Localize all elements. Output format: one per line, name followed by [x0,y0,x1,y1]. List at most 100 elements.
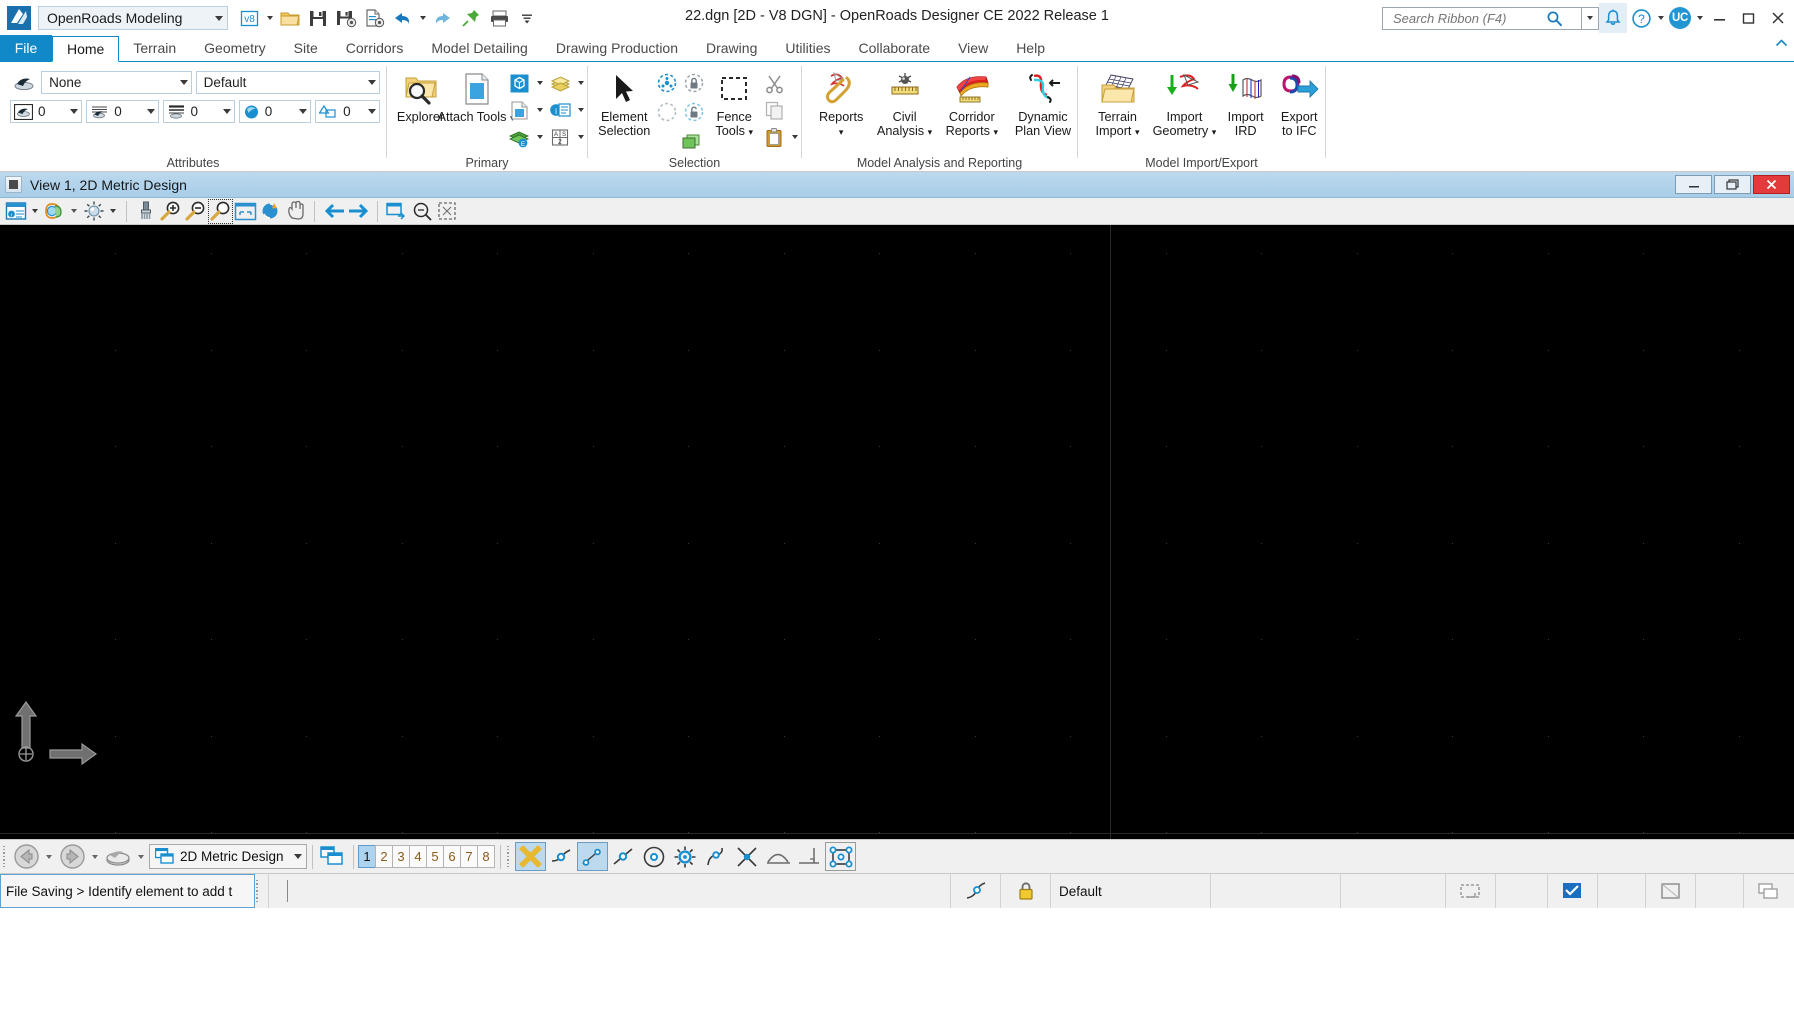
view-number-7[interactable]: 7 [460,845,478,868]
clip-volume-icon[interactable] [409,199,434,224]
element-info-dropdown[interactable] [574,98,587,123]
view-close-button[interactable] [1753,175,1790,194]
view-attributes-icon[interactable]: i [3,199,28,224]
model-browse-dropdown[interactable] [133,843,149,871]
undo-dropdown[interactable] [417,5,428,31]
paste-dropdown[interactable] [788,125,801,150]
weight-selector[interactable]: 0 [162,100,235,123]
fit-view-icon[interactable] [233,199,258,224]
tab-view[interactable]: View [944,35,1002,61]
copy-view-icon[interactable] [384,199,409,224]
search-dropdown[interactable] [1582,6,1599,30]
open-file-icon[interactable] [277,5,303,31]
model-selector[interactable]: 2D Metric Design [149,844,307,869]
references-dropdown[interactable] [533,98,546,123]
snap-nearest-icon[interactable] [546,842,577,871]
element-selection-button[interactable]: Element Selection [596,67,652,138]
level-manager-icon[interactable]: E [506,125,532,150]
v8-dropdown[interactable] [264,5,275,31]
tab-model-detailing[interactable]: Model Detailing [417,35,542,61]
terrain-import-button[interactable]: Terrain Import ▾ [1086,67,1149,139]
import-geometry-button[interactable]: Import Geometry ▾ [1151,67,1218,139]
lock-closed-icon[interactable] [1001,874,1051,908]
levels-display-icon[interactable] [547,71,573,96]
dynamic-plan-view-button[interactable]: Dynamic Plan View [1009,67,1077,138]
references-icon[interactable] [506,98,532,123]
customize-qat-icon[interactable] [514,5,540,31]
snap-toolbar-grip[interactable] [506,845,512,868]
view-number-4[interactable]: 4 [409,845,427,868]
snap-bisector-icon[interactable] [701,842,732,871]
view-groups-icon[interactable] [318,843,348,871]
tab-home[interactable]: Home [52,36,120,62]
snap-perpendicular-icon[interactable] [794,842,825,871]
view-title-bar[interactable]: View 1, 2D Metric Design [0,172,1794,198]
selection-set-status-icon[interactable] [1548,874,1598,908]
view-number-2[interactable]: 2 [375,845,393,868]
corridor-reports-button[interactable]: Corridor Reports ▾ [939,67,1005,139]
tab-drawing[interactable]: Drawing [692,35,771,61]
zoom-out-icon[interactable] [183,199,208,224]
export-to-ifc-button[interactable]: Export to IFC [1273,67,1325,138]
levels-dropdown[interactable] [574,71,587,96]
active-level-label[interactable]: Default [1051,874,1211,908]
collapse-ribbon-icon[interactable] [1775,39,1788,51]
view-previous-icon[interactable] [321,199,346,224]
auxiliary-coordinates-icon[interactable]: A S Z [547,125,573,150]
help-dropdown[interactable] [1655,5,1666,31]
window-area-icon[interactable] [208,198,233,224]
style-selector[interactable]: Default [195,71,381,94]
reports-button[interactable]: Reports ▾ [812,67,870,139]
search-input[interactable] [1391,9,1546,27]
lock-icon[interactable] [681,71,707,96]
import-ird-button[interactable]: Import IRD [1220,67,1272,138]
tab-corridors[interactable]: Corridors [332,35,418,61]
clear-view-icon[interactable] [133,199,158,224]
color-selector[interactable]: 0 [10,100,83,123]
tab-help[interactable]: Help [1002,35,1059,61]
linestyle-selector[interactable]: 0 [86,100,159,123]
forward-dropdown[interactable] [87,843,103,871]
unlock-icon[interactable] [681,100,707,125]
view-number-8[interactable]: 8 [477,845,495,868]
transparency-selector[interactable]: 0 [238,100,312,123]
view-display-mode-dropdown[interactable] [67,199,81,224]
tab-geometry[interactable]: Geometry [190,35,279,61]
view-display-mode-icon[interactable] [42,199,67,224]
civil-analysis-button[interactable]: Civil Analysis ▾ [874,67,934,139]
view-minimize-button[interactable] [1675,175,1712,194]
paste-icon[interactable] [761,125,787,150]
rotate-view-icon[interactable] [258,199,283,224]
view-brightness-dropdown[interactable] [106,199,120,224]
account-dropdown[interactable] [1694,5,1705,31]
models-dropdown[interactable] [533,71,546,96]
view-number-6[interactable]: 6 [443,845,461,868]
tab-terrain[interactable]: Terrain [119,35,190,61]
model-status-icon[interactable] [1744,874,1794,908]
pan-view-icon[interactable] [283,199,308,224]
drawing-canvas[interactable] [0,225,1794,839]
bell-icon[interactable] [1599,3,1627,33]
view-number-5[interactable]: 5 [426,845,444,868]
clip-mask-icon[interactable] [434,199,459,224]
redo-icon[interactable] [430,5,456,31]
snap-tangent-icon[interactable] [763,842,794,871]
auxiliary-dropdown[interactable] [574,125,587,150]
ribbon-search[interactable] [1382,6,1582,30]
workflow-selector[interactable]: OpenRoads Modeling [38,6,228,30]
back-dropdown[interactable] [41,843,57,871]
snap-point-on-icon[interactable] [825,842,856,871]
save-icon[interactable] [305,5,331,31]
undo-icon[interactable] [389,5,415,31]
snap-none-icon[interactable] [515,842,546,871]
fence-status-icon[interactable] [1646,874,1696,908]
view-restore-button[interactable] [1714,175,1751,194]
snap-center-icon[interactable] [639,842,670,871]
window-restore-button[interactable] [1734,0,1763,36]
tab-site[interactable]: Site [280,35,332,61]
window-close-button[interactable] [1763,0,1792,36]
forward-arrow-icon[interactable] [57,843,87,871]
tab-collaborate[interactable]: Collaborate [844,35,944,61]
tab-drawing-production[interactable]: Drawing Production [542,35,692,61]
view-window-icon[interactable] [5,176,22,193]
